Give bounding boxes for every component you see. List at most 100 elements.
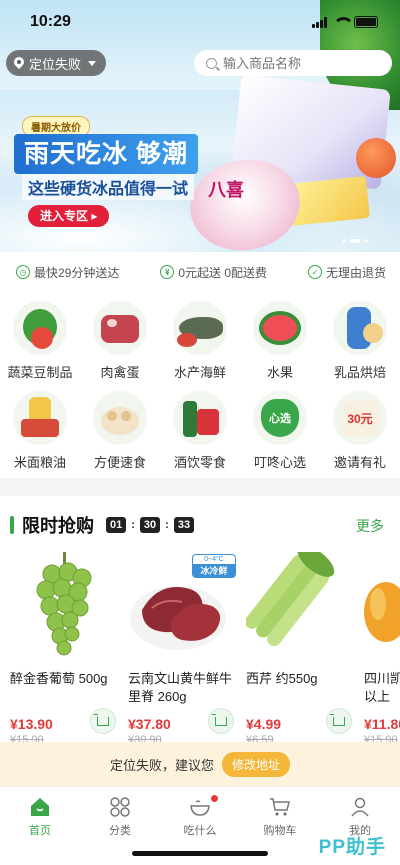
product-price: ¥11.80 bbox=[364, 716, 400, 732]
product-name: 西芹 约550g bbox=[246, 671, 318, 686]
cold-tag-temp: 0~4°C bbox=[204, 556, 224, 563]
beef-image: 0~4°C 冰冷鲜 bbox=[128, 552, 240, 658]
shield-check-icon: ✓ bbox=[307, 265, 322, 279]
location-label: 定位失败 bbox=[29, 56, 82, 72]
category-grid: 蔬菜豆制品 肉禽蛋 水产海鲜 水果 乳品烘焙 米面粮油 方便速食 酒饮零食 心选… bbox=[0, 296, 400, 476]
category-seafood[interactable]: 水产海鲜 bbox=[160, 296, 240, 386]
chevron-down-icon bbox=[88, 60, 97, 66]
banner-headline: 雨天吃冰 够潮 bbox=[14, 134, 198, 174]
category-grain-oil[interactable]: 米面粮油 bbox=[0, 386, 80, 476]
section-divider bbox=[0, 478, 400, 496]
home-indicator[interactable] bbox=[132, 851, 268, 856]
search-input[interactable] bbox=[223, 55, 373, 71]
status-time: 10:29 bbox=[30, 13, 71, 30]
select-badge-text: 心选 bbox=[269, 413, 291, 425]
location-pin-icon bbox=[14, 57, 24, 70]
category-label: 方便速食 bbox=[93, 455, 146, 470]
category-meat-eggs[interactable]: 肉禽蛋 bbox=[80, 296, 160, 386]
promise-item: ¥ 0元起送 0配送费 bbox=[160, 264, 267, 281]
product-card[interactable]: 0~4°C 冰冷鲜 云南文山黄牛鲜牛里脊 260g ¥37.80 ¥39.90 bbox=[128, 552, 240, 746]
category-label: 蔬菜豆制品 bbox=[7, 365, 73, 380]
cart-icon bbox=[94, 713, 109, 726]
add-to-cart-button[interactable] bbox=[208, 708, 234, 734]
grapes-image bbox=[10, 552, 122, 658]
category-drinks-snacks[interactable]: 酒饮零食 bbox=[160, 386, 240, 476]
meat-icon bbox=[93, 301, 147, 355]
product-card[interactable]: 四川凯特芒果 500g以上 ¥11.80 ¥15.90 bbox=[364, 552, 400, 746]
tab-home[interactable]: 首页 bbox=[0, 787, 80, 865]
clock-icon: ◷ bbox=[16, 265, 30, 279]
cart-icon bbox=[270, 798, 290, 816]
person-icon bbox=[351, 797, 369, 817]
product-price: ¥37.80 bbox=[128, 716, 171, 732]
gift-coupon-icon: 30元 bbox=[333, 391, 387, 445]
add-to-cart-button[interactable] bbox=[326, 708, 352, 734]
location-selector[interactable]: 定位失败 bbox=[6, 50, 107, 76]
promise-item: ◷ 最快29分钟送达 bbox=[16, 264, 119, 281]
category-dingdong-select[interactable]: 心选 叮咚心选 bbox=[240, 386, 320, 476]
celery-image bbox=[245, 545, 358, 658]
product-name: 四川凯特芒果 500g以上 bbox=[364, 671, 400, 704]
watermark-logo: PP助手 bbox=[318, 837, 386, 858]
banner-mascot bbox=[356, 138, 396, 178]
service-promises: ◷ 最快29分钟送达 ¥ 0元起送 0配送费 ✓ 无理由退货 bbox=[0, 252, 400, 292]
category-vegetables[interactable]: 蔬菜豆制品 bbox=[0, 296, 80, 386]
app-screen: 八喜 暑期大放价 雨天吃冰 够潮 这些硬货冰品值得一试 进入专区 ▸ 10:29… bbox=[0, 0, 400, 865]
category-label: 肉禽蛋 bbox=[100, 365, 140, 380]
product-card[interactable]: 西芹 约550g ¥4.99 ¥6.59 bbox=[245, 545, 358, 746]
promise-item: ✓ 无理由退货 bbox=[307, 264, 386, 281]
category-label: 米面粮油 bbox=[13, 455, 66, 470]
vegetable-icon bbox=[13, 301, 67, 355]
category-label: 邀请有礼 bbox=[333, 455, 386, 470]
oil-icon bbox=[13, 391, 67, 445]
banner-product-label: 八喜 bbox=[208, 180, 244, 200]
dumpling-icon bbox=[93, 391, 147, 445]
wifi-icon bbox=[333, 16, 354, 28]
category-invite-gift[interactable]: 30元 邀请有礼 bbox=[320, 386, 400, 476]
cold-chain-tag: 0~4°C 冰冷鲜 bbox=[192, 554, 236, 578]
pagination-dot bbox=[342, 239, 346, 243]
tab-label: 购物车 bbox=[263, 825, 297, 837]
flash-sale-title: 限时抢购 bbox=[22, 516, 94, 536]
timer-minutes: 30 bbox=[139, 517, 161, 533]
banner-pagination bbox=[342, 239, 368, 243]
change-address-button[interactable]: 修改地址 bbox=[222, 751, 291, 777]
mango-image bbox=[364, 552, 400, 658]
battery-icon bbox=[354, 16, 378, 28]
bowl-icon bbox=[190, 800, 210, 816]
tab-label: 分类 bbox=[109, 825, 131, 837]
flash-sale-header: 限时抢购 01 : 30 : 33 bbox=[10, 512, 195, 538]
category-grid-icon bbox=[110, 797, 130, 817]
product-name: 云南文山黄牛鲜牛里脊 260g bbox=[128, 671, 233, 704]
category-label: 水果 bbox=[266, 365, 293, 380]
category-fruit[interactable]: 水果 bbox=[240, 296, 320, 386]
product-card[interactable]: 醉金香葡萄 500g ¥13.90 ¥15.90 bbox=[10, 552, 122, 746]
category-label: 水产海鲜 bbox=[173, 365, 226, 380]
category-instant-food[interactable]: 方便速食 bbox=[80, 386, 160, 476]
coupon-badge-text: 30元 bbox=[347, 411, 373, 426]
notice-message: 定位失败，建议您 bbox=[109, 757, 214, 773]
more-link[interactable]: 更多 bbox=[356, 516, 384, 536]
cart-icon bbox=[212, 713, 227, 726]
add-to-cart-button[interactable] bbox=[90, 708, 116, 734]
notification-dot bbox=[211, 795, 218, 802]
status-bar: 10:29 bbox=[0, 0, 400, 44]
yuan-icon: ¥ bbox=[160, 265, 175, 279]
category-dairy-bakery[interactable]: 乳品烘焙 bbox=[320, 296, 400, 386]
product-price: ¥13.90 bbox=[10, 716, 53, 732]
pagination-dot-active bbox=[350, 239, 360, 243]
status-icons bbox=[312, 16, 378, 28]
promise-label: 最快29分钟送达 bbox=[34, 265, 120, 280]
search-bar[interactable] bbox=[194, 50, 392, 76]
tab-label: 吃什么 bbox=[183, 825, 217, 837]
home-icon bbox=[31, 798, 49, 816]
enter-zone-button[interactable]: 进入专区 ▸ bbox=[28, 205, 110, 227]
promise-label: 无理由退货 bbox=[325, 265, 386, 280]
milk-icon bbox=[333, 301, 387, 355]
tab-label: 首页 bbox=[29, 825, 51, 837]
cart-icon bbox=[330, 713, 345, 726]
pagination-dot bbox=[364, 239, 368, 243]
fish-icon bbox=[173, 301, 227, 355]
countdown-timer: 01 : 30 : 33 bbox=[106, 517, 195, 533]
signal-icon bbox=[312, 16, 327, 28]
